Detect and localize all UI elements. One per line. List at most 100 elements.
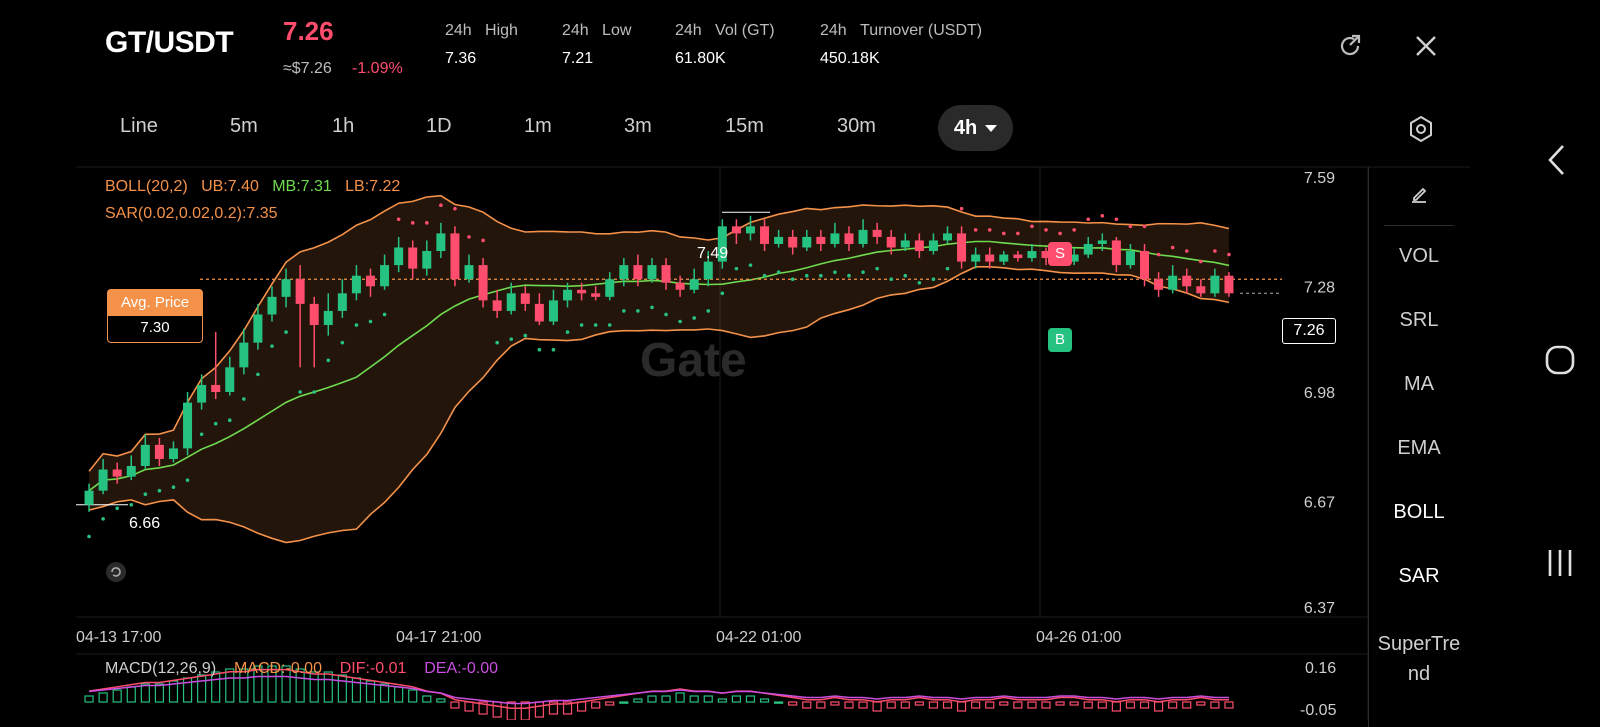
macd-bar	[506, 701, 516, 720]
macd-bar	[436, 698, 446, 703]
macd-bar	[844, 701, 854, 709]
home-icon[interactable]	[1544, 344, 1576, 381]
macd-bar	[1013, 701, 1023, 709]
indicator-supertrend-line1[interactable]: SuperTre	[1369, 633, 1469, 656]
indicator-sar[interactable]: SAR	[1369, 565, 1469, 588]
gate-watermark: Gate	[640, 334, 747, 387]
sar-dot	[1114, 217, 1119, 222]
sar-dot	[734, 266, 739, 271]
indicator-srl[interactable]: SRL	[1369, 309, 1469, 332]
macd-bar	[1224, 701, 1234, 709]
candle-body	[703, 261, 713, 280]
pencil-icon[interactable]	[1369, 183, 1469, 213]
macd-legend: MACD(12,26,9) MACD:-0.00 DIF:-0.01 DEA:-…	[105, 660, 498, 678]
candle-body	[928, 240, 938, 252]
candle-body	[647, 265, 657, 280]
sar-dot	[354, 323, 359, 327]
sar-dot	[973, 228, 978, 232]
macd-bar	[661, 695, 671, 703]
indicator-supertrend-line2[interactable]: nd	[1369, 663, 1469, 686]
macd-bar	[689, 695, 699, 703]
macd-bar	[759, 698, 770, 703]
indicator-ema[interactable]: EMA	[1369, 437, 1469, 460]
sar-dot	[101, 517, 105, 521]
macd-bar	[1139, 701, 1150, 709]
candle-body	[267, 296, 277, 315]
sar-dot	[987, 228, 992, 232]
dif-value: DIF:-0.01	[339, 660, 407, 677]
macd-bar	[647, 695, 657, 703]
candle-body	[126, 466, 136, 477]
candle-body	[661, 265, 671, 283]
sar-legend: SAR(0.02,0.02,0.2):7.35	[105, 205, 278, 222]
candle-body	[1140, 251, 1150, 280]
dea-value: DEA:-0.00	[424, 660, 499, 677]
avg-price-label: Avg. Price	[108, 290, 202, 316]
candle-body	[380, 265, 390, 287]
candle-body	[1013, 254, 1023, 259]
candle-body	[295, 279, 305, 304]
sar-dot	[410, 221, 415, 225]
candle-body	[900, 240, 910, 248]
candle-body	[872, 229, 882, 237]
y-tick-label-hidden: 7.28	[1304, 279, 1335, 296]
macd-bar	[717, 698, 727, 703]
recents-icon[interactable]	[1546, 548, 1574, 583]
sar-dot	[861, 270, 865, 274]
sar-dot	[1016, 231, 1020, 236]
reset-zoom-icon[interactable]	[104, 560, 128, 584]
candlestick-chart[interactable]: Gate 7.59 6.98 6.67 6.37 7.28 04-13 17:00 04-1…	[0, 0, 1600, 720]
sar-dot	[1199, 259, 1203, 264]
sar-dot	[256, 372, 260, 377]
candle-body	[1083, 243, 1093, 255]
sar-dot	[692, 316, 696, 320]
macd-bar	[408, 689, 418, 703]
macd-bar	[999, 701, 1009, 706]
candle-body	[999, 254, 1009, 262]
sar-dot	[87, 534, 91, 539]
sar-dot	[199, 432, 204, 437]
x-tick-label: 04-26 01:00	[1036, 629, 1122, 646]
candle-body	[225, 367, 235, 392]
indicator-vol[interactable]: VOL	[1369, 245, 1469, 268]
recents-graphic	[1548, 550, 1572, 576]
sar-dot	[368, 319, 373, 324]
candle-body	[464, 265, 474, 280]
sar-dot	[509, 337, 514, 341]
back-icon[interactable]	[1545, 143, 1569, 182]
sar-dot	[382, 312, 387, 317]
macd-axis-top: 0.16	[1305, 660, 1337, 677]
buy-marker[interactable]: B	[1048, 328, 1072, 352]
candle-body	[563, 289, 573, 301]
candle-body	[633, 265, 643, 280]
sar-dot	[453, 206, 457, 211]
macd-bar	[956, 701, 967, 712]
macd-bar	[394, 686, 404, 703]
indicator-ma[interactable]: MA	[1369, 373, 1469, 396]
candle-body	[605, 279, 615, 297]
sar-dot	[762, 273, 767, 278]
macd-bar	[928, 701, 939, 709]
boll-name: BOLL(20,2)	[105, 178, 188, 195]
macd-bar	[872, 701, 882, 712]
macd-bar	[731, 695, 742, 703]
candle-body	[450, 233, 460, 280]
macd-bar	[84, 695, 94, 703]
macd-bar	[98, 692, 108, 703]
macd-bar	[788, 701, 798, 706]
macd-bar	[1210, 701, 1220, 709]
macd-bar	[985, 701, 995, 709]
macd-bar	[197, 674, 207, 703]
indicator-boll[interactable]: BOLL	[1369, 501, 1469, 524]
sar-dot	[1156, 252, 1161, 257]
sar-dot	[650, 305, 654, 310]
sar-dot	[678, 319, 682, 324]
y-tick-label: 6.37	[1304, 600, 1335, 617]
macd-bar	[1196, 701, 1206, 706]
reset-zoom-graphic	[106, 562, 126, 582]
macd-bar	[492, 701, 502, 718]
sar-dot	[1170, 245, 1175, 250]
boll-legend: BOLL(20,2) UB:7.40 MB:7.31 LB:7.22	[105, 178, 400, 196]
sell-marker[interactable]: S	[1048, 242, 1072, 266]
candle-body	[168, 448, 178, 459]
